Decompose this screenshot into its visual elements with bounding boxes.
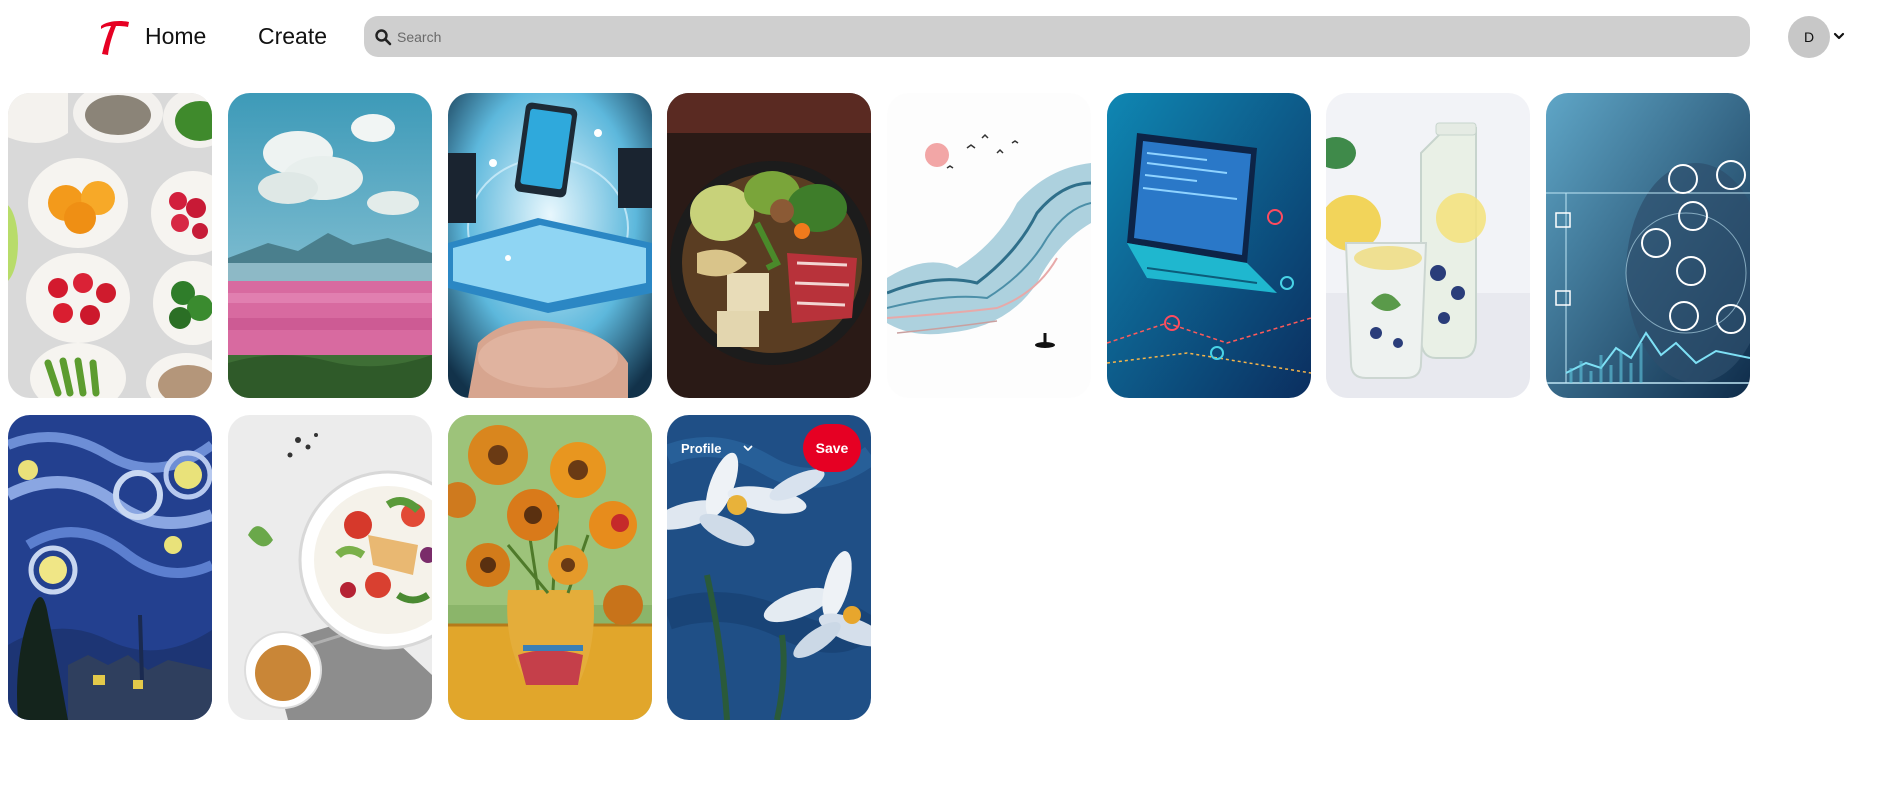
- pin-image: [448, 93, 652, 398]
- pin-image: [8, 93, 212, 398]
- chevron-down-icon[interactable]: [1833, 30, 1845, 42]
- nav-create-link[interactable]: Create: [258, 23, 327, 50]
- nav-home-link[interactable]: Home: [145, 23, 206, 50]
- user-initial: D: [1803, 29, 1815, 45]
- pin-card[interactable]: [8, 415, 212, 720]
- board-select-label: Profile: [681, 440, 722, 456]
- pin-image: [8, 415, 212, 720]
- pin-image: [1326, 93, 1530, 398]
- pin-card[interactable]: [1107, 93, 1311, 398]
- search-bar: [364, 16, 1750, 57]
- pin-image: [448, 415, 652, 720]
- board-select-dropdown[interactable]: Profile: [681, 438, 753, 458]
- pin-image: [667, 93, 871, 398]
- user-avatar[interactable]: D: [1788, 16, 1830, 58]
- pin-card[interactable]: [8, 93, 212, 398]
- pin-card[interactable]: [667, 93, 871, 398]
- pin-card[interactable]: [1326, 93, 1530, 398]
- search-input[interactable]: [397, 16, 1737, 57]
- app-logo[interactable]: [98, 18, 132, 58]
- pin-card-hovered[interactable]: Profile Save: [667, 415, 871, 720]
- pin-image: [1107, 93, 1311, 398]
- pin-card[interactable]: [448, 93, 652, 398]
- pin-image: [228, 93, 432, 398]
- pin-card[interactable]: [448, 415, 652, 720]
- search-icon: [375, 29, 392, 46]
- save-button[interactable]: Save: [803, 424, 861, 472]
- pin-card[interactable]: [887, 93, 1091, 398]
- pin-card[interactable]: [1546, 93, 1750, 398]
- pin-card[interactable]: [228, 93, 432, 398]
- top-navigation-bar: Home Create D: [0, 0, 1878, 76]
- pin-image: [228, 415, 432, 720]
- pin-image: [887, 93, 1091, 398]
- chevron-down-icon: [744, 445, 753, 451]
- pin-image: [1546, 93, 1750, 398]
- pin-card[interactable]: [228, 415, 432, 720]
